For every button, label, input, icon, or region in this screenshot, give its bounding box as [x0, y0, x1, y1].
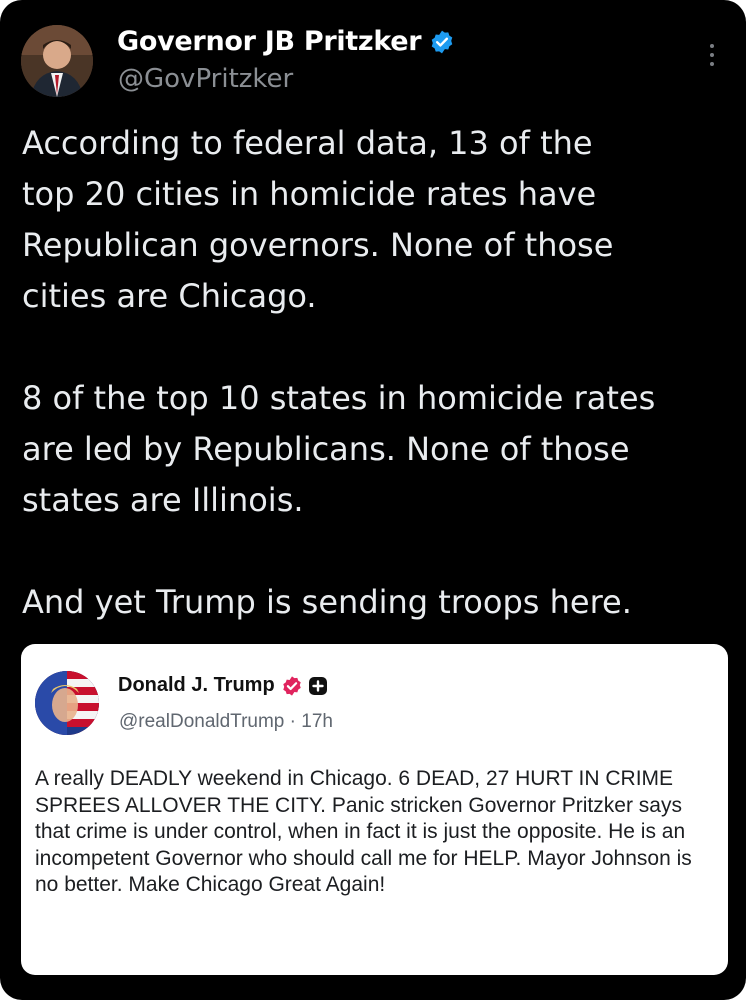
quoted-handle-row: @realDonaldTrump · 17h: [119, 711, 333, 733]
quoted-post[interactable]: Donald J. Trump @realDonaldTrump · 17h A…: [21, 644, 728, 975]
author-handle[interactable]: @GovPritzker: [118, 64, 293, 94]
verified-badge-icon: [282, 675, 301, 696]
author-name-row: Governor JB Pritzker: [117, 26, 455, 57]
quoted-author-name-row: Donald J. Trump: [118, 674, 328, 697]
quoted-author-name[interactable]: Donald J. Trump: [118, 674, 275, 697]
quoted-author-handle[interactable]: @realDonaldTrump: [119, 711, 284, 732]
plus-icon: [308, 676, 327, 695]
post-card: Governor JB Pritzker @GovPritzker Accord…: [0, 0, 746, 1000]
author-avatar[interactable]: [21, 25, 93, 97]
separator-dot: ·: [284, 711, 302, 732]
post-text: According to federal data, 13 of the top…: [22, 124, 656, 621]
quoted-post-text: A really DEADLY weekend in Chicago. 6 DE…: [35, 767, 692, 896]
quoted-author-avatar[interactable]: [35, 671, 99, 735]
more-options-icon[interactable]: [706, 44, 718, 70]
verified-badge-icon: [432, 30, 453, 53]
author-name[interactable]: Governor JB Pritzker: [117, 26, 422, 57]
quoted-timestamp: 17h: [301, 711, 333, 732]
